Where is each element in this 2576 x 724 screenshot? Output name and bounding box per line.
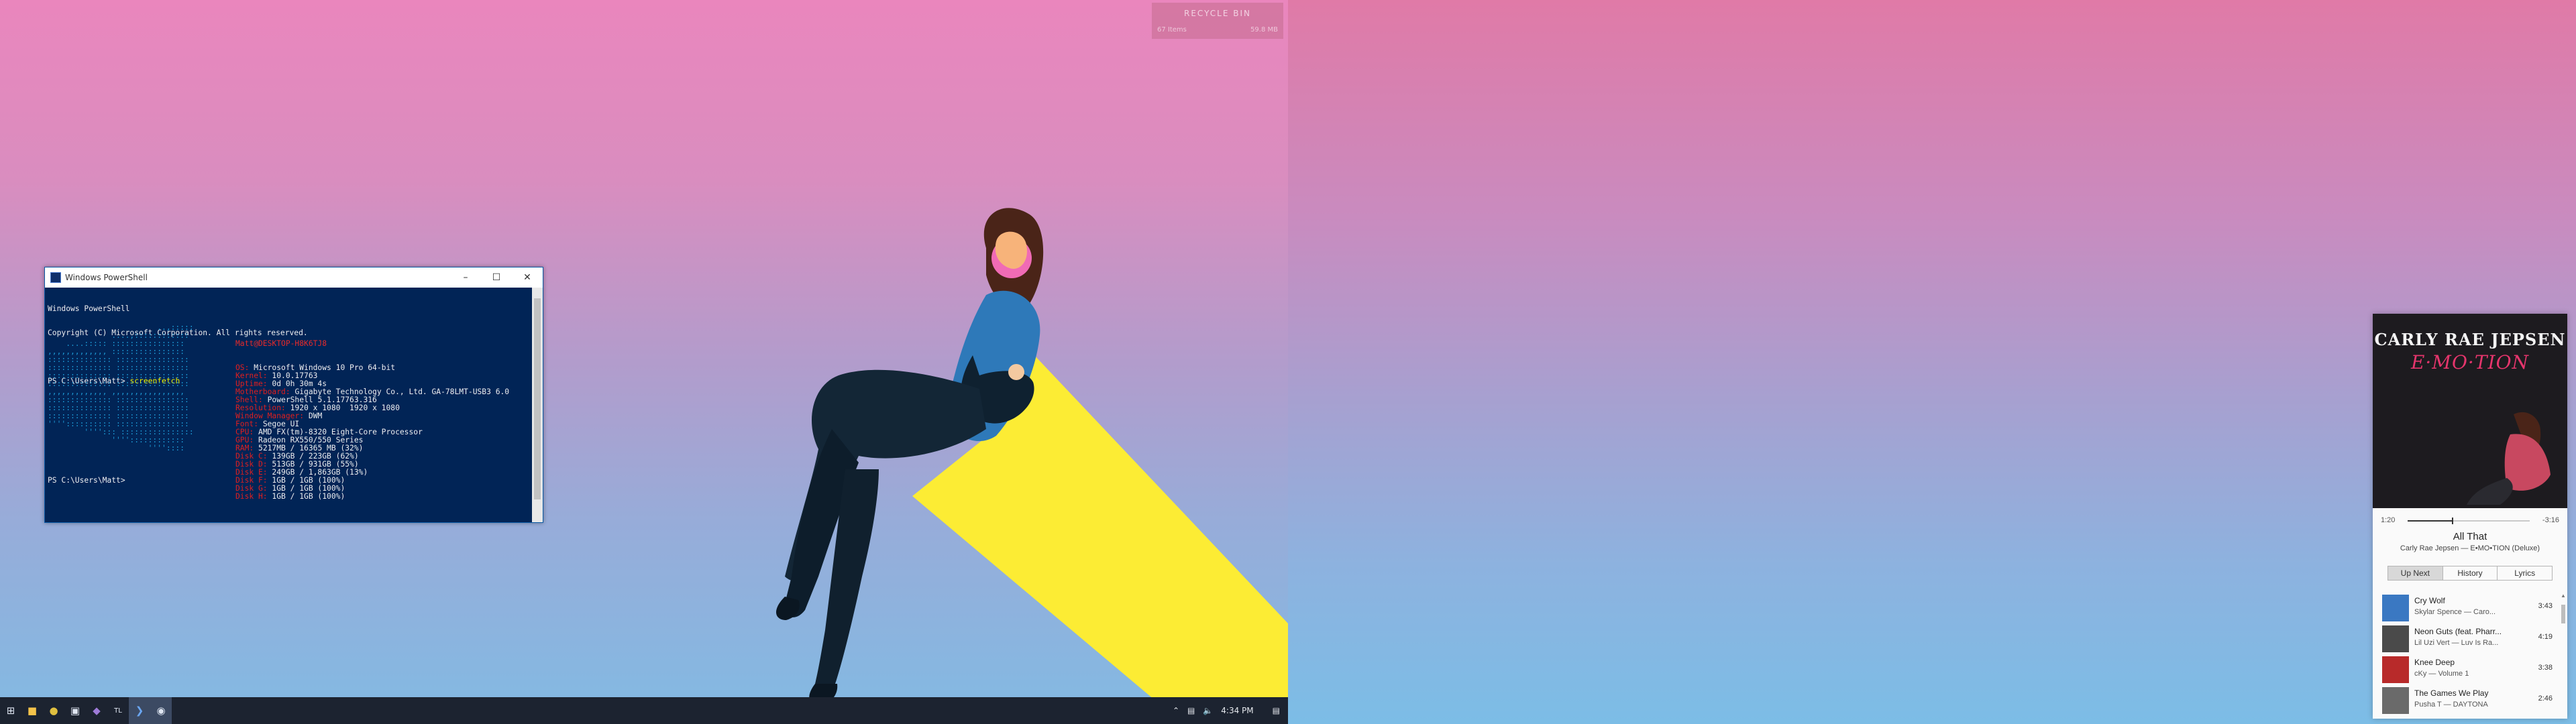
progress-track[interactable] bbox=[2408, 518, 2530, 524]
queue-track-duration: 2:46 bbox=[2538, 695, 2553, 703]
album-art: CARLY RAE JEPSEN E·MO·TION bbox=[2373, 314, 2567, 508]
ascii-art-line: '''':::: bbox=[48, 444, 185, 452]
recycle-bin-title: RECYCLE BIN bbox=[1184, 9, 1251, 18]
powershell-window[interactable]: Windows PowerShell – ☐ ✕ Windows PowerSh… bbox=[44, 267, 543, 523]
queue-track-artist: Pusha T — DAYTONA bbox=[2414, 701, 2488, 709]
windows-logo-ascii-art: ..,::::: ....,:::::::::::: ....::::: :::… bbox=[48, 324, 194, 452]
tab-lyrics[interactable]: Lyrics bbox=[2498, 566, 2552, 580]
recycle-bin-widget[interactable]: RECYCLE BIN 67 Items 59.8 MB bbox=[1152, 3, 1283, 39]
taskbar: ⊞ ■ ● ▣ ◆ TL ❯ ◉ ⌃ ▤ 🔈 4:34 PM ▤ bbox=[0, 697, 1288, 724]
clock[interactable]: 4:34 PM bbox=[1221, 706, 1253, 715]
app-icon[interactable]: TL bbox=[107, 697, 129, 724]
album-thumbnail bbox=[2382, 687, 2409, 714]
powershell-titlebar[interactable]: Windows PowerShell – ☐ ✕ bbox=[45, 267, 543, 288]
wallpaper-figure-illustration bbox=[776, 208, 1288, 711]
system-info-list: Matt@DESKTOP-H8K6TJ8 OS: Microsoft Windo… bbox=[235, 324, 509, 517]
album-thumbnail bbox=[2382, 625, 2409, 652]
scrollbar-thumb[interactable] bbox=[534, 298, 541, 499]
album-thumbnail bbox=[2382, 595, 2409, 621]
maximize-button[interactable]: ☐ bbox=[481, 267, 512, 288]
console-output[interactable]: Windows PowerShell Copyright (C) Microso… bbox=[48, 289, 531, 521]
queue-track-artist: Skylar Spence — Caro... bbox=[2414, 608, 2496, 616]
queue-track-artist: Lil Uzi Vert — Luv Is Ra... bbox=[2414, 639, 2499, 647]
queue-track-artist: cKy — Volume 1 bbox=[2414, 670, 2469, 678]
queue-track-duration: 3:38 bbox=[2538, 664, 2553, 672]
chrome-icon[interactable]: ● bbox=[43, 697, 64, 724]
system-tray: ⌃ ▤ 🔈 4:34 PM ▤ bbox=[1169, 697, 1288, 724]
console-scrollbar[interactable] bbox=[532, 288, 543, 522]
system-info-value: DWM bbox=[308, 412, 323, 420]
recycle-bin-items: 67 Items bbox=[1157, 26, 1187, 34]
window-title: Windows PowerShell bbox=[65, 273, 148, 282]
desktop-right: CARLY RAE JEPSEN E·MO·TION 1:20 -3:16 Al… bbox=[1288, 0, 2576, 724]
queue-scrollbar[interactable]: ▲ bbox=[2561, 593, 2566, 713]
tab-history[interactable]: History bbox=[2443, 566, 2498, 580]
scroll-up-icon[interactable]: ▲ bbox=[2561, 593, 2566, 599]
system-info-key: Disk H: bbox=[235, 492, 268, 501]
system-info-row: Disk H: 1GB / 1GB (100%) bbox=[235, 493, 509, 501]
powershell-icon bbox=[50, 272, 61, 283]
store-icon[interactable]: ▣ bbox=[64, 697, 86, 724]
player-tabs: Up Next History Lyrics bbox=[2387, 566, 2553, 581]
network-icon[interactable]: ▤ bbox=[1187, 706, 1195, 715]
volume-icon[interactable]: 🔈 bbox=[1203, 706, 1213, 715]
album-cover-figure bbox=[2467, 412, 2551, 505]
remaining-time: -3:16 bbox=[2542, 516, 2559, 524]
console-header-line: Windows PowerShell bbox=[48, 304, 130, 313]
groove-icon[interactable]: ◉ bbox=[150, 697, 172, 724]
console-prompt-line: PS C:\Users\Matt> bbox=[48, 476, 125, 485]
album-thumbnail bbox=[2382, 656, 2409, 683]
up-next-list: Cry Wolf Skylar Spence — Caro... 3:43 Ne… bbox=[2382, 593, 2557, 716]
queue-track-duration: 4:19 bbox=[2538, 633, 2553, 641]
queue-track-duration: 3:43 bbox=[2538, 602, 2553, 610]
progress-knob[interactable] bbox=[2452, 518, 2454, 524]
close-button[interactable]: ✕ bbox=[512, 267, 543, 288]
queue-track-title: The Games We Play bbox=[2414, 688, 2489, 698]
windows-start-icon[interactable]: ⊞ bbox=[0, 697, 21, 724]
scrollbar-thumb[interactable] bbox=[2561, 605, 2565, 623]
queue-track-title: Knee Deep bbox=[2414, 658, 2455, 667]
music-player-widget[interactable]: CARLY RAE JEPSEN E·MO·TION 1:20 -3:16 Al… bbox=[2373, 314, 2567, 719]
user-host: Matt@DESKTOP-H8K6TJ8 bbox=[235, 339, 327, 348]
chevron-up-icon[interactable]: ⌃ bbox=[1173, 706, 1179, 715]
folder-icon[interactable]: ■ bbox=[21, 697, 43, 724]
desktop-left: RECYCLE BIN 67 Items 59.8 MB Windows Pow… bbox=[0, 0, 1288, 724]
track-subtitle: Carly Rae Jepsen — E•MO•TION (Deluxe) bbox=[2400, 544, 2540, 552]
playback-progress[interactable]: 1:20 -3:16 bbox=[2381, 516, 2559, 526]
system-info-value: 1GB / 1GB (100%) bbox=[272, 492, 345, 501]
powershell-icon[interactable]: ❯ bbox=[129, 697, 150, 724]
vs-icon[interactable]: ◆ bbox=[86, 697, 107, 724]
current-time: 1:20 bbox=[2381, 516, 2396, 524]
tab-up-next[interactable]: Up Next bbox=[2388, 566, 2443, 580]
track-title: All That bbox=[2453, 531, 2487, 542]
list-item[interactable]: Knee Deep cKy — Volume 1 3:38 bbox=[2382, 654, 2557, 685]
list-item[interactable]: Cry Wolf Skylar Spence — Caro... 3:43 bbox=[2382, 593, 2557, 623]
recycle-bin-size: 59.8 MB bbox=[1250, 26, 1278, 34]
minimize-button[interactable]: – bbox=[450, 267, 481, 288]
progress-fill bbox=[2408, 520, 2453, 522]
queue-track-title: Neon Guts (feat. Pharr... bbox=[2414, 627, 2502, 636]
queue-track-title: Cry Wolf bbox=[2414, 596, 2445, 605]
notifications-icon[interactable]: ▤ bbox=[1273, 706, 1280, 715]
list-item[interactable]: Neon Guts (feat. Pharr... Lil Uzi Vert —… bbox=[2382, 623, 2557, 654]
list-item[interactable]: The Games We Play Pusha T — DAYTONA 2:46 bbox=[2382, 685, 2557, 716]
